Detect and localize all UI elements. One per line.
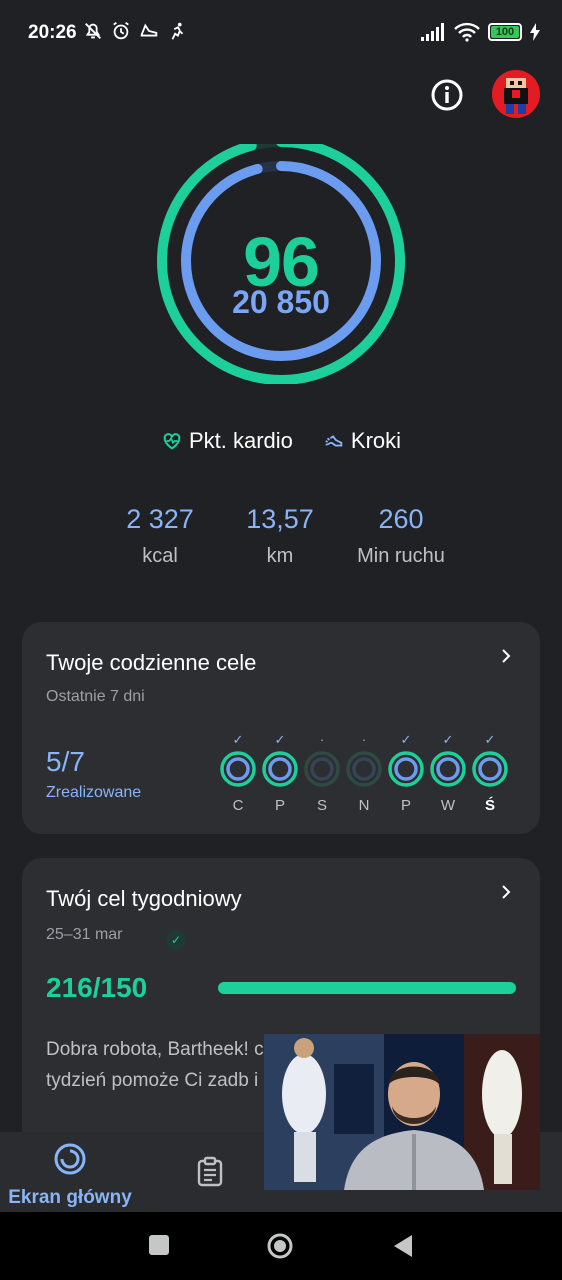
day-ring bbox=[430, 751, 466, 787]
check-icon: ✓ bbox=[274, 732, 286, 747]
battery-text: 100 bbox=[495, 26, 515, 38]
weekly-goal-title: Twój cel tygodniowy bbox=[46, 886, 242, 911]
check-icon: ✓ bbox=[232, 732, 244, 747]
home-icon[interactable] bbox=[266, 1232, 294, 1260]
steps-value: 20 850 bbox=[232, 284, 330, 320]
check-icon: ✓ bbox=[442, 732, 454, 747]
day-goal: ✓ C bbox=[218, 732, 258, 814]
weekly-progress-bar bbox=[218, 982, 516, 994]
nav-home-label: Ekran główny bbox=[8, 1187, 132, 1208]
day-goal: ✓ P bbox=[386, 732, 426, 814]
weekly-goal-value: 216/150 bbox=[46, 972, 148, 1003]
day-ring bbox=[346, 751, 382, 787]
weekly-date-range: 25–31 mar bbox=[46, 926, 123, 943]
activity-stats: 2 327 kcal 13,57 km 260 Min ruchu bbox=[0, 504, 562, 574]
system-indicators: 100 bbox=[420, 22, 540, 42]
day-ring bbox=[472, 751, 508, 787]
weekly-progress-fill bbox=[218, 982, 516, 994]
stat-distance: 13,57 km bbox=[210, 504, 350, 568]
move-minutes-value: 260 bbox=[378, 504, 424, 534]
wifi-icon bbox=[454, 22, 480, 42]
goals-count: 5/7 bbox=[46, 746, 85, 777]
day-goal: ✓ Ś bbox=[470, 732, 510, 814]
info-icon[interactable] bbox=[430, 78, 464, 112]
day-goal: ✓ W bbox=[428, 732, 468, 814]
video-frame bbox=[264, 1034, 540, 1190]
day-label: Ś bbox=[484, 797, 495, 814]
pending-marker: · bbox=[361, 732, 367, 747]
calories-label: kcal bbox=[142, 545, 178, 567]
calories-value: 2 327 bbox=[126, 504, 194, 534]
battery-icon: 100 bbox=[488, 23, 522, 41]
legend-steps-label: Kroki bbox=[350, 428, 402, 453]
daily-goals-title: Twoje codzienne cele bbox=[46, 650, 257, 675]
day-label: P bbox=[400, 797, 411, 814]
chevron-right-icon[interactable] bbox=[498, 884, 514, 900]
mute-icon bbox=[85, 23, 101, 39]
pending-marker: · bbox=[319, 732, 325, 747]
distance-value: 13,57 bbox=[246, 504, 314, 534]
back-icon[interactable] bbox=[392, 1233, 414, 1259]
signal-icon bbox=[421, 23, 444, 41]
distance-label: km bbox=[266, 545, 294, 567]
day-goal: ✓ P bbox=[260, 732, 300, 814]
day-label: P bbox=[274, 797, 285, 814]
day-label: W bbox=[440, 797, 456, 814]
stat-move-minutes: 260 Min ruchu bbox=[331, 504, 471, 568]
stat-calories: 2 327 kcal bbox=[90, 504, 230, 568]
day-ring bbox=[220, 751, 256, 787]
heart-icon bbox=[163, 433, 181, 450]
journal-icon[interactable] bbox=[194, 1156, 226, 1188]
video-overlay[interactable] bbox=[264, 1034, 540, 1190]
notification-icons bbox=[82, 20, 188, 42]
avatar-icon bbox=[492, 70, 540, 118]
day-goal: · S bbox=[302, 732, 342, 814]
alarm-icon bbox=[113, 21, 129, 40]
status-bar: 20:26 100 bbox=[0, 0, 562, 64]
move-minutes-label: Min ruchu bbox=[357, 545, 445, 567]
legend-heart-label: Pkt. kardio bbox=[188, 428, 293, 453]
avatar[interactable] bbox=[492, 70, 540, 118]
day-goal: · N bbox=[344, 732, 384, 814]
goals-count-label: Zrealizowane bbox=[46, 784, 142, 801]
nav-home[interactable]: Ekran główny bbox=[0, 1142, 140, 1209]
steps-icon bbox=[325, 435, 343, 447]
day-ring bbox=[388, 751, 424, 787]
recents-icon[interactable] bbox=[148, 1234, 170, 1256]
shoe-icon bbox=[140, 23, 158, 37]
charging-icon bbox=[530, 23, 540, 41]
day-label: C bbox=[232, 797, 244, 814]
day-label: S bbox=[316, 797, 327, 814]
home-rings-icon bbox=[54, 1143, 86, 1175]
system-navigation-bar bbox=[0, 1212, 562, 1280]
day-ring bbox=[262, 751, 298, 787]
legend-heart-points[interactable]: Pkt. kardio bbox=[161, 428, 293, 454]
rings-legend: Pkt. kardio Kroki bbox=[0, 428, 562, 454]
check-icon: ✓ bbox=[400, 732, 412, 747]
check-icon: ✓ bbox=[484, 732, 496, 747]
legend-steps[interactable]: Kroki bbox=[323, 428, 401, 454]
day-ring bbox=[304, 751, 340, 787]
running-icon bbox=[171, 22, 184, 40]
chevron-right-icon[interactable] bbox=[498, 648, 514, 664]
check-icon: ✓ bbox=[166, 930, 186, 950]
daily-goals-subtitle: Ostatnie 7 dni bbox=[46, 688, 145, 705]
day-label: N bbox=[358, 797, 370, 814]
status-time: 20:26 bbox=[28, 22, 77, 43]
daily-goals-card[interactable]: Twoje codzienne cele Ostatnie 7 dni 5/7 … bbox=[22, 622, 540, 834]
